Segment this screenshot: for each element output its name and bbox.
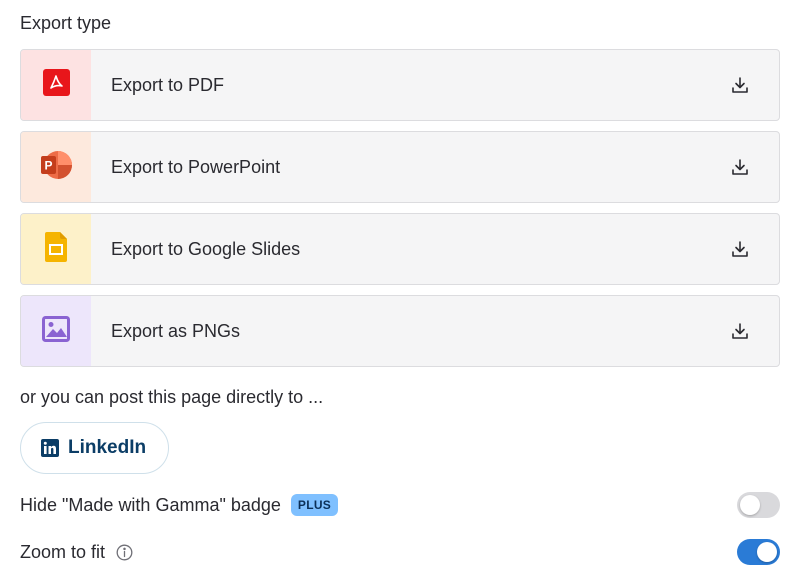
pdf-icon <box>42 69 70 101</box>
svg-text:P: P <box>44 158 52 172</box>
pdf-icon-box <box>21 50 91 120</box>
download-icon[interactable] <box>729 320 751 342</box>
export-pdf-label: Export to PDF <box>111 74 225 95</box>
download-icon[interactable] <box>729 74 751 96</box>
export-pdf-option[interactable]: Export to PDF <box>20 49 780 121</box>
export-google-slides-label: Export to Google Slides <box>111 238 301 259</box>
plus-badge: PLUS <box>290 494 339 516</box>
powerpoint-icon-box: P <box>21 132 91 202</box>
post-directly-label: or you can post this page directly to ..… <box>20 387 324 407</box>
zoom-to-fit-toggle[interactable] <box>737 539 780 565</box>
google-slides-icon <box>45 231 67 267</box>
linkedin-button[interactable]: LinkedIn <box>20 422 169 474</box>
info-icon[interactable] <box>115 543 133 561</box>
hide-badge-row: Hide "Made with Gamma" badge PLUS <box>20 491 780 519</box>
google-slides-icon-box <box>21 214 91 284</box>
png-icon-box <box>21 296 91 366</box>
image-icon <box>42 315 70 347</box>
hide-badge-label: Hide "Made with Gamma" badge <box>20 494 281 515</box>
toggle-knob <box>757 542 777 562</box>
linkedin-label: LinkedIn <box>68 437 147 458</box>
toggle-knob <box>740 495 760 515</box>
hide-badge-toggle[interactable] <box>737 492 780 518</box>
export-powerpoint-option[interactable]: P Export to PowerPoint <box>20 131 780 203</box>
linkedin-icon <box>41 439 59 457</box>
export-google-slides-option[interactable]: Export to Google Slides <box>20 213 780 285</box>
zoom-to-fit-row: Zoom to fit <box>20 538 780 566</box>
export-png-label: Export as PNGs <box>111 320 241 341</box>
zoom-to-fit-label: Zoom to fit <box>20 541 106 562</box>
download-icon[interactable] <box>729 238 751 260</box>
powerpoint-icon: P <box>39 150 73 185</box>
export-type-label: Export type <box>20 13 112 33</box>
download-icon[interactable] <box>729 156 751 178</box>
export-powerpoint-label: Export to PowerPoint <box>111 156 281 177</box>
export-png-option[interactable]: Export as PNGs <box>20 295 780 367</box>
